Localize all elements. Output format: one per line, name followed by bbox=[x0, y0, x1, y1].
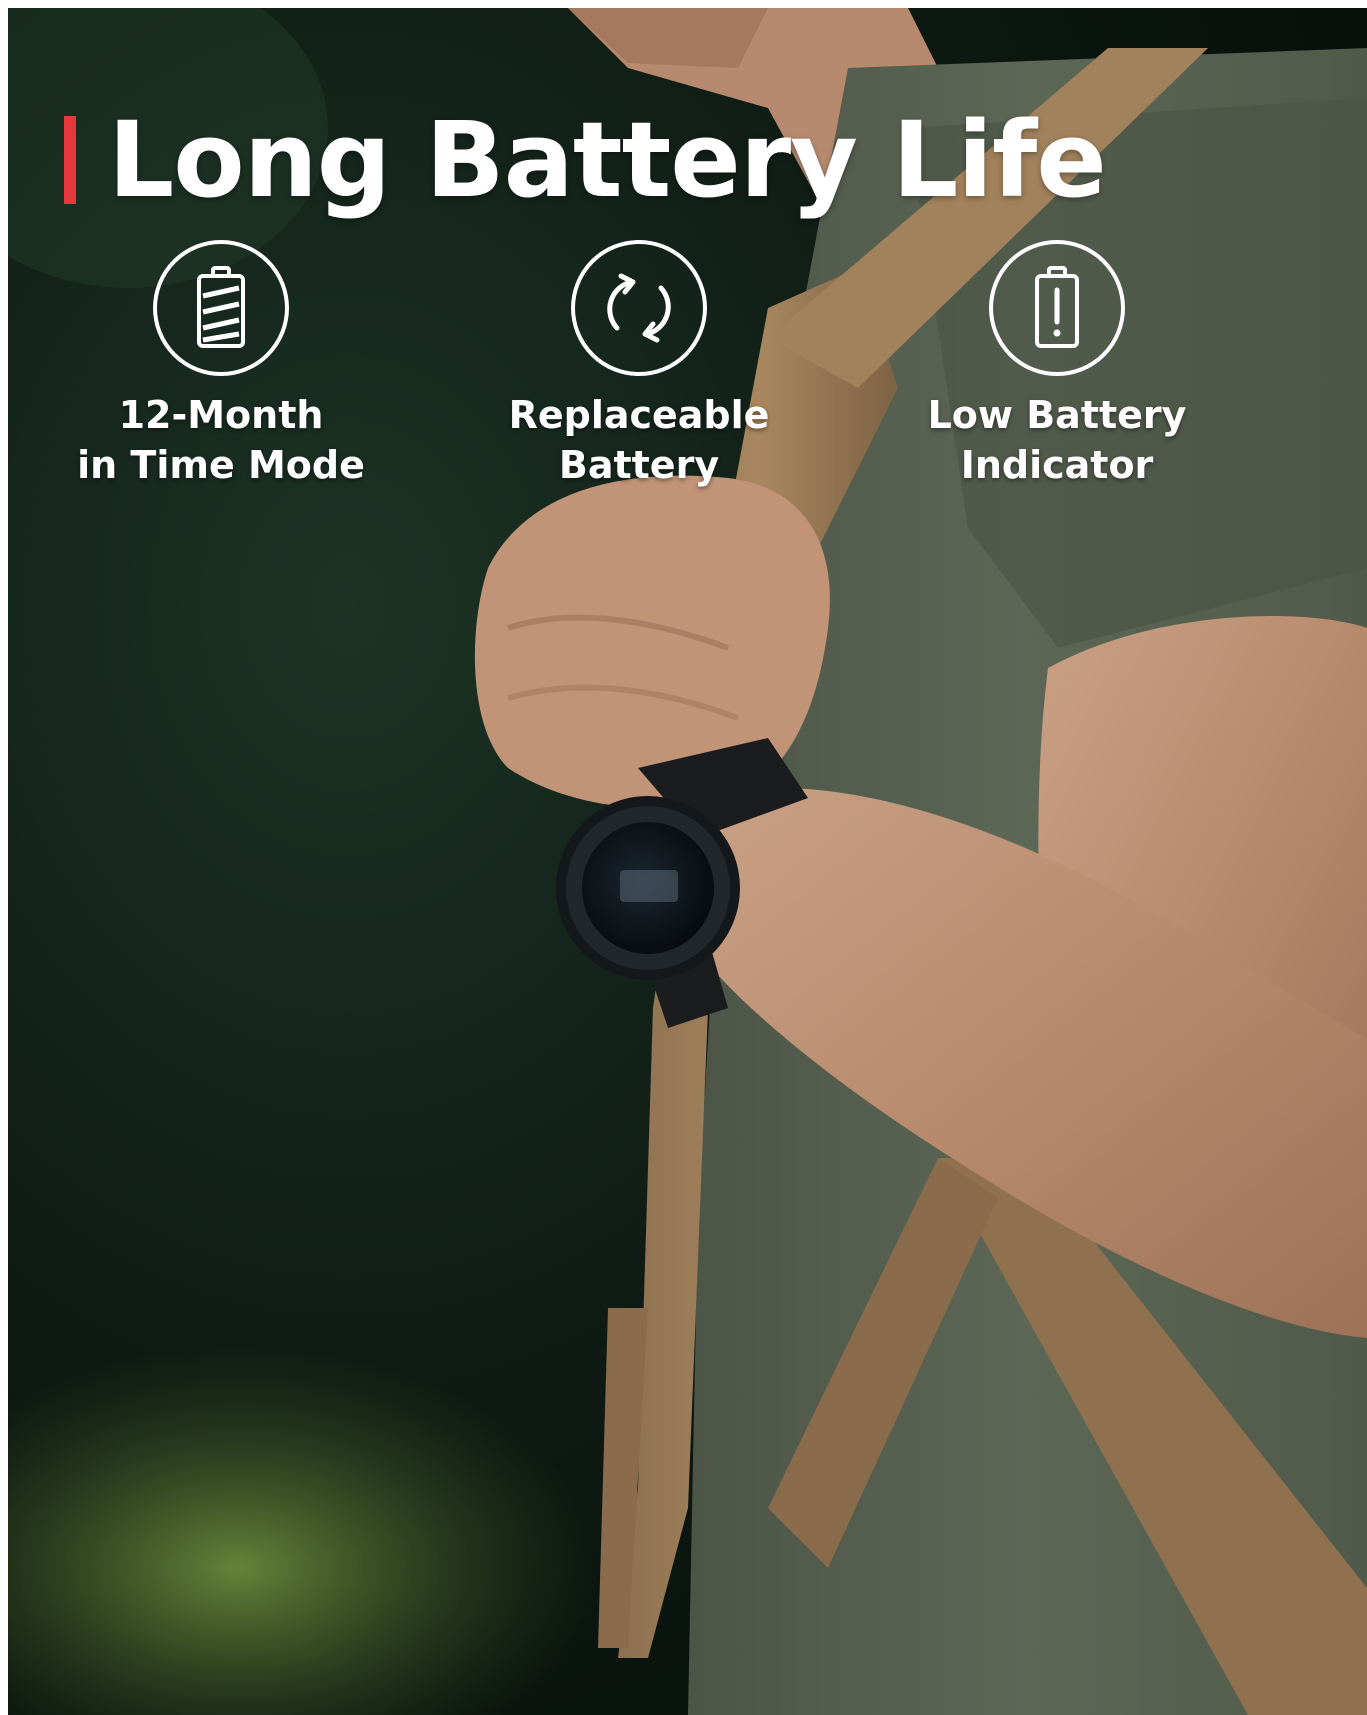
feature-item: 12-Month in Time Mode bbox=[41, 240, 401, 490]
accent-bar bbox=[64, 116, 76, 204]
replace-cycle-icon bbox=[571, 240, 707, 376]
feature-item: Low Battery Indicator bbox=[877, 240, 1237, 490]
feature-label: 12-Month in Time Mode bbox=[77, 390, 365, 490]
feature-label-line: Replaceable bbox=[508, 393, 770, 437]
page-title: Long Battery Life bbox=[108, 99, 1107, 221]
feature-item: Replaceable Battery bbox=[459, 240, 819, 490]
feature-label: Replaceable Battery bbox=[509, 390, 770, 490]
low-battery-alert-icon bbox=[989, 240, 1125, 376]
product-image: Long Battery Life 12-Month in Time Mode bbox=[8, 8, 1367, 1715]
headline: Long Battery Life bbox=[64, 99, 1107, 221]
feature-label-line: Indicator bbox=[960, 443, 1154, 487]
feature-label-line: in Time Mode bbox=[77, 443, 365, 487]
feature-label-line: Battery bbox=[558, 443, 720, 487]
feature-label-line: Low Battery bbox=[927, 393, 1187, 437]
feature-label: Low Battery Indicator bbox=[928, 390, 1187, 490]
feature-label-line: 12-Month bbox=[118, 393, 324, 437]
battery-stripes-icon bbox=[153, 240, 289, 376]
